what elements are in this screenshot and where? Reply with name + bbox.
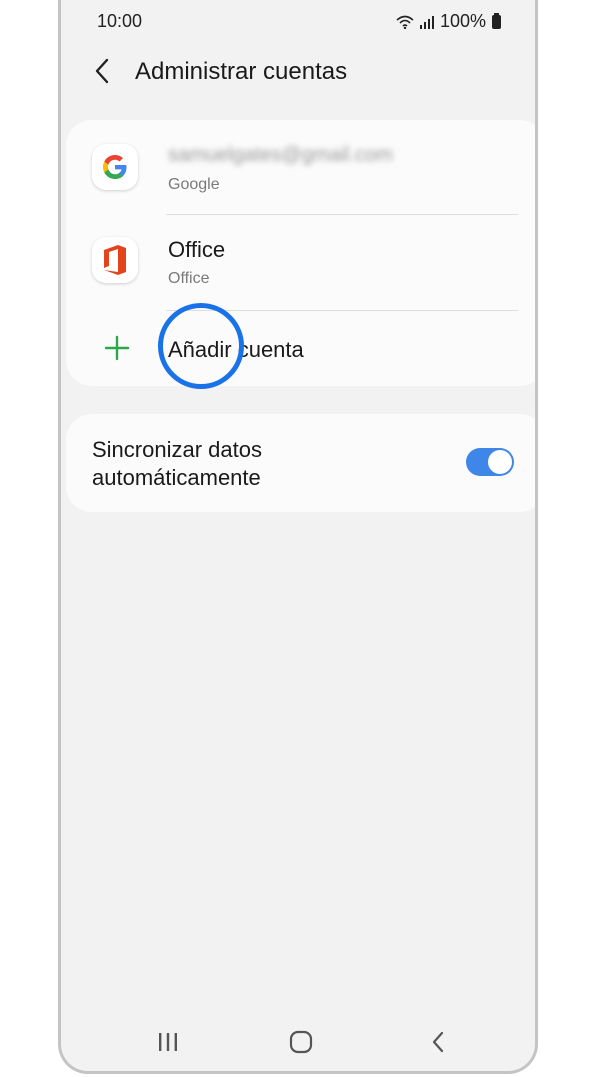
sync-toggle[interactable]: [466, 448, 514, 476]
google-account-email: samuelgates@gmail.com: [168, 144, 393, 166]
accounts-card: samuelgates@gmail.com Google Office Offi…: [66, 120, 535, 389]
office-account-title: Office: [168, 237, 226, 262]
status-bar: 10:00 100%: [61, 0, 535, 44]
add-account-button[interactable]: Añadir cuenta: [66, 311, 535, 386]
recents-icon: [159, 1033, 177, 1051]
plus-icon: [104, 335, 130, 361]
chevron-left-icon: [95, 58, 109, 84]
recents-button[interactable]: [153, 1027, 183, 1057]
status-icons: 100%: [396, 11, 501, 32]
back-button[interactable]: [85, 54, 119, 88]
toggle-knob: [488, 450, 512, 474]
office-icon: [92, 237, 138, 283]
page-title: Administrar cuentas: [135, 58, 348, 85]
back-icon: [432, 1031, 444, 1053]
status-time: 10:00: [97, 11, 143, 31]
sync-label: Sincronizar datos automáticamente: [92, 437, 262, 490]
app-header: Administrar cuentas: [61, 48, 535, 98]
navigation-bar: [61, 1011, 535, 1071]
account-row-office[interactable]: Office Office: [66, 215, 535, 309]
wifi-icon: [396, 15, 414, 29]
google-account-type: Google: [168, 176, 220, 193]
battery-icon: [492, 12, 501, 29]
account-row-google[interactable]: samuelgates@gmail.com Google: [66, 120, 535, 214]
office-account-type: Office: [168, 270, 210, 287]
nav-back-button[interactable]: [423, 1027, 453, 1057]
phone-frame: 10:00 100% Administrar cuentas samuelgat…: [58, 0, 538, 1074]
battery-percent: 100%: [439, 11, 486, 31]
google-icon: [92, 144, 138, 190]
home-icon: [289, 1030, 313, 1054]
tap-highlight-circle: [158, 303, 244, 389]
signal-icon: [419, 15, 434, 29]
home-button[interactable]: [286, 1027, 316, 1057]
sync-card[interactable]: Sincronizar datos automáticamente: [66, 414, 535, 512]
